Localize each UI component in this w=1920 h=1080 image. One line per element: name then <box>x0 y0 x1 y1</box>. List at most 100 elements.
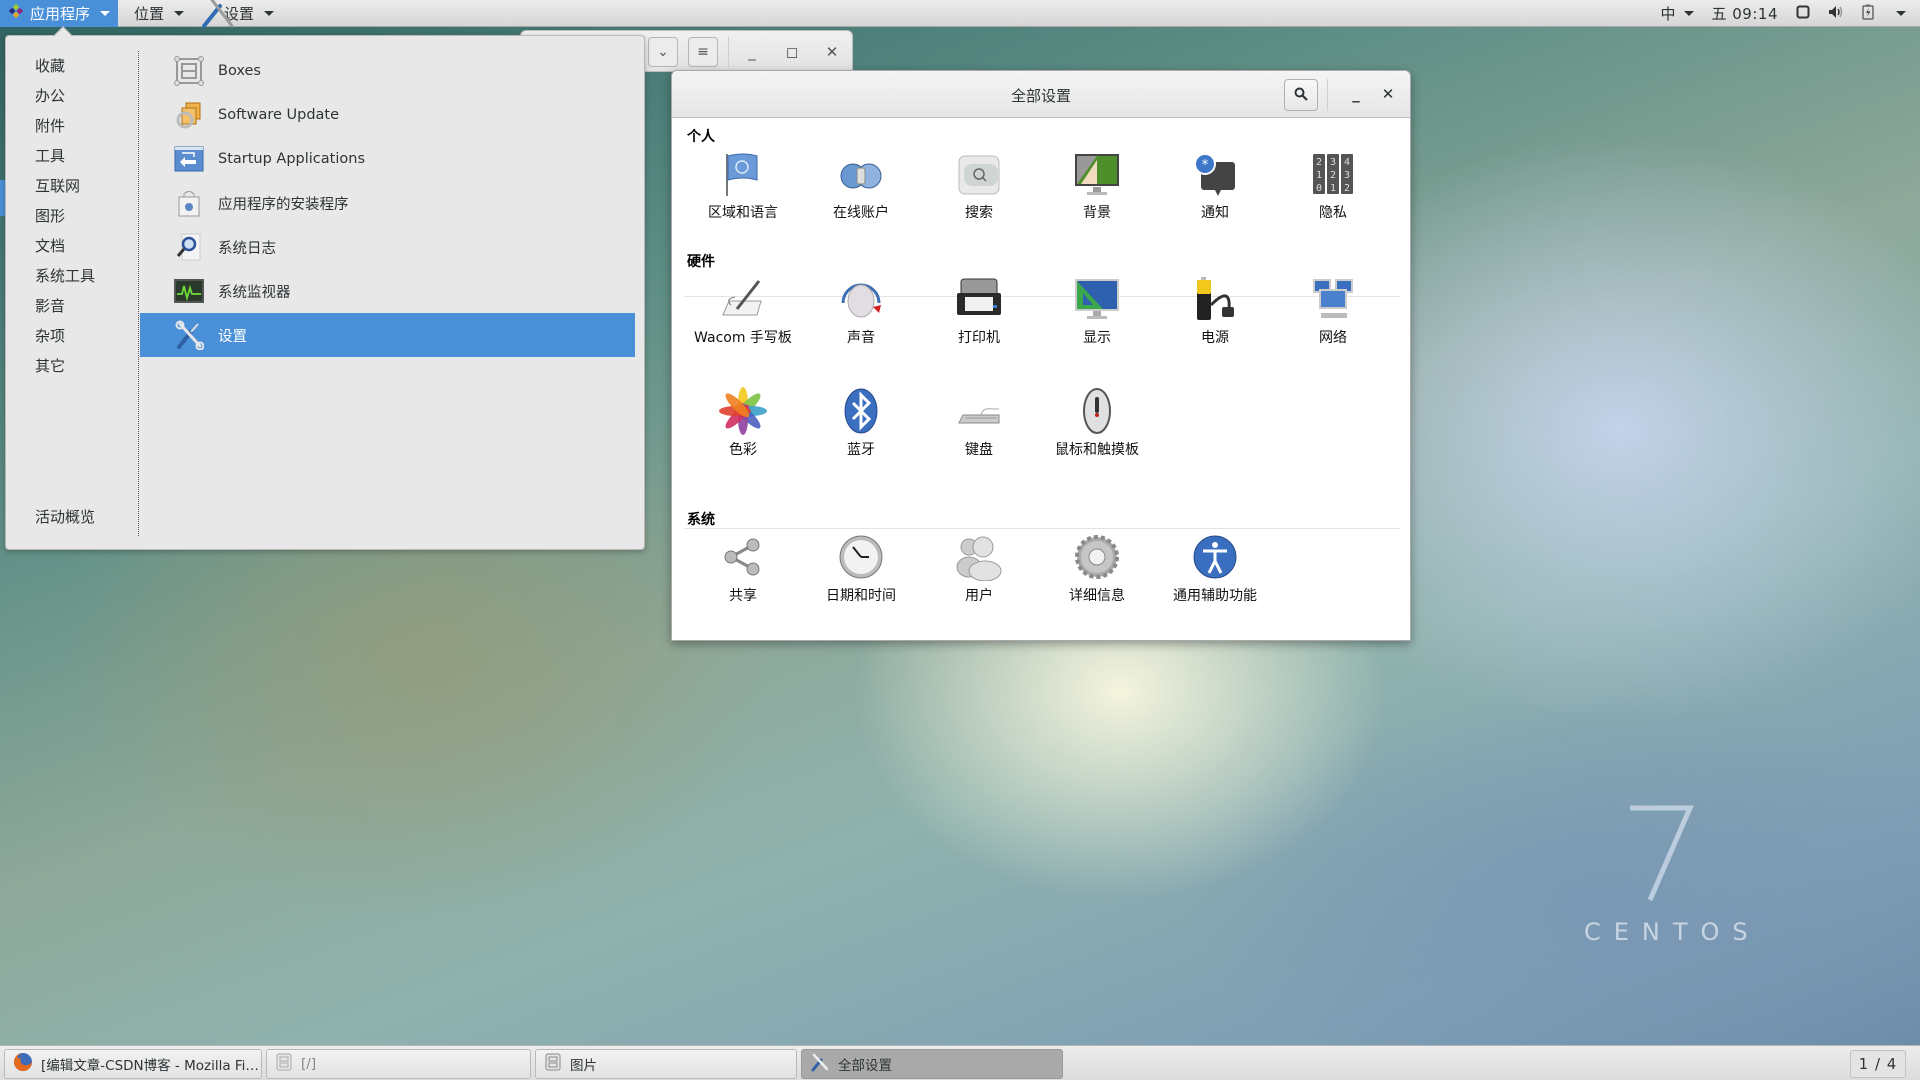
panel-region-language[interactable]: 区域和语言 <box>684 150 802 262</box>
minimize-icon: _ <box>1352 85 1360 103</box>
category-sound-video[interactable]: 影音 <box>35 291 95 321</box>
input-method-indicator[interactable]: 中 <box>1660 3 1694 24</box>
taskbar-item-pictures[interactable]: 图片 <box>535 1049 797 1079</box>
category-accessories[interactable]: 附件 <box>35 111 95 141</box>
panel-notifications[interactable]: * 通知 <box>1156 150 1274 262</box>
minimize-button[interactable]: _ <box>1344 81 1368 107</box>
system-menu-chevron-icon[interactable] <box>1896 11 1906 16</box>
app-item-system-log[interactable]: 系统日志 <box>140 225 635 269</box>
svg-text:1: 1 <box>1316 170 1322 181</box>
minimize-button[interactable]: _ <box>739 39 765 65</box>
close-icon: ✕ <box>1381 85 1395 103</box>
background-icon <box>1073 150 1121 198</box>
panel-details[interactable]: 详细信息 <box>1038 533 1156 645</box>
category-documents[interactable]: 文档 <box>35 231 95 261</box>
category-sundry[interactable]: 杂项 <box>35 321 95 351</box>
sound-icon <box>837 275 885 323</box>
file-cabinet-icon <box>544 1053 562 1075</box>
category-utilities[interactable]: 工具 <box>35 141 95 171</box>
panel-label: 区域和语言 <box>708 205 778 221</box>
minimize-icon: _ <box>748 43 756 61</box>
taskbar-item-files-root[interactable]: [/] <box>266 1049 531 1079</box>
app-item-software-update[interactable]: Software Update <box>140 93 635 137</box>
panel-search[interactable]: 搜索 <box>920 150 1038 262</box>
close-button[interactable]: ✕ <box>1376 81 1400 107</box>
panel-color[interactable]: 色彩 <box>684 387 802 499</box>
applications-menu: 收藏 办公 附件 工具 互联网 图形 文档 系统工具 影音 杂项 其它 活动概览… <box>5 26 645 550</box>
centos-logo-icon <box>8 3 24 23</box>
panel-mouse-touchpad[interactable]: 鼠标和触摸板 <box>1038 387 1156 499</box>
category-system-tools[interactable]: 系统工具 <box>35 261 95 291</box>
svg-text:1: 1 <box>1330 183 1336 194</box>
hamburger-icon: ≡ <box>697 44 709 60</box>
battery-icon[interactable] <box>1862 4 1874 24</box>
category-internet[interactable]: 互联网 <box>35 171 95 201</box>
panel-label: Wacom 手写板 <box>694 330 792 346</box>
applications-menu-button[interactable]: 应用程序 <box>0 0 119 27</box>
category-office[interactable]: 办公 <box>35 81 95 111</box>
app-item-settings[interactable]: 设置 <box>140 313 635 357</box>
panel-privacy[interactable]: 234123012 隐私 <box>1274 150 1392 262</box>
svg-text:0: 0 <box>1316 183 1322 194</box>
top-bar: 应用程序 位置 设置 中 五 09:14 <box>0 0 1920 28</box>
panel-date-time[interactable]: 日期和时间 <box>802 533 920 645</box>
activities-overview-link[interactable]: 活动概览 <box>35 506 95 527</box>
panel-label: 搜索 <box>965 205 993 221</box>
panel-displays[interactable]: 显示 <box>1038 275 1156 387</box>
app-label: Boxes <box>218 63 261 79</box>
dropdown-button[interactable]: ⌄ <box>648 37 678 67</box>
search-button[interactable] <box>1284 79 1318 111</box>
screen-icon[interactable] <box>1796 5 1810 23</box>
panel-power[interactable]: 电源 <box>1156 275 1274 387</box>
app-label: 设置 <box>218 328 247 345</box>
category-favorites[interactable]: 收藏 <box>35 51 95 81</box>
taskbar-item-all-settings[interactable]: 全部设置 <box>801 1049 1063 1079</box>
panel-users[interactable]: 用户 <box>920 533 1038 645</box>
power-icon <box>1191 275 1239 323</box>
panel-bluetooth[interactable]: 蓝牙 <box>802 387 920 499</box>
places-menu-button[interactable]: 位置 <box>126 0 192 27</box>
workspace-indicator[interactable]: 1 / 4 <box>1850 1050 1906 1078</box>
category-other[interactable]: 其它 <box>35 351 95 381</box>
settings-window: 全部设置 _ ✕ 个人 区域和语言 在线账户 搜索 背景 * 通知 2 3 4 … <box>671 70 1411 641</box>
panel-background[interactable]: 背景 <box>1038 150 1156 262</box>
details-icon <box>1073 533 1121 581</box>
window-list-taskbar: [编辑文章-CSDN博客 - Mozilla Fi… [/] 图片 全部设置 1… <box>0 1045 1920 1080</box>
network-icon <box>1309 275 1357 323</box>
maximize-button[interactable]: ◻ <box>779 39 805 65</box>
panel-network[interactable]: 网络 <box>1274 275 1392 387</box>
panel-wacom-tablet[interactable]: Wacom 手写板 <box>684 275 802 387</box>
app-label: Startup Applications <box>218 151 365 167</box>
panel-label: 共享 <box>729 588 757 604</box>
volume-icon[interactable] <box>1828 5 1844 23</box>
panel-keyboard[interactable]: 键盘 <box>920 387 1038 499</box>
svg-text:2: 2 <box>1316 157 1322 168</box>
section-title: 系统 <box>687 512 715 528</box>
close-button[interactable]: ✕ <box>819 39 845 65</box>
app-list: Boxes Software Update Startup Applicatio… <box>140 49 635 357</box>
panel-sharing[interactable]: 共享 <box>684 533 802 645</box>
task-label: 图片 <box>570 1058 597 1074</box>
panel-online-accounts[interactable]: 在线账户 <box>802 150 920 262</box>
app-item-system-monitor[interactable]: 系统监视器 <box>140 269 635 313</box>
applications-menu-label: 应用程序 <box>30 4 91 23</box>
app-item-startup-applications[interactable]: Startup Applications <box>140 137 635 181</box>
panel-universal-access[interactable]: 通用辅助功能 <box>1156 533 1274 645</box>
svg-text:*: * <box>1202 158 1209 173</box>
panel-printers[interactable]: 打印机 <box>920 275 1038 387</box>
menu-button[interactable]: ≡ <box>688 37 718 67</box>
panel-label: 声音 <box>847 330 875 346</box>
settings-titlebar[interactable]: 全部设置 _ ✕ <box>672 71 1410 118</box>
app-item-boxes[interactable]: Boxes <box>140 49 635 93</box>
tools-icon <box>198 0 238 32</box>
users-icon <box>955 533 1003 581</box>
category-graphics[interactable]: 图形 <box>35 201 95 231</box>
panel-sound[interactable]: 声音 <box>802 275 920 387</box>
settings-menu-button[interactable]: 设置 <box>196 0 282 28</box>
chevron-down-icon <box>100 10 111 16</box>
panel-label: 色彩 <box>729 442 757 458</box>
taskbar-item-firefox[interactable]: [编辑文章-CSDN博客 - Mozilla Fi… <box>4 1049 262 1079</box>
section-title: 个人 <box>687 129 715 145</box>
app-item-software-installer[interactable]: 应用程序的安装程序 <box>140 181 635 225</box>
clock[interactable]: 五 09:14 <box>1712 3 1779 24</box>
